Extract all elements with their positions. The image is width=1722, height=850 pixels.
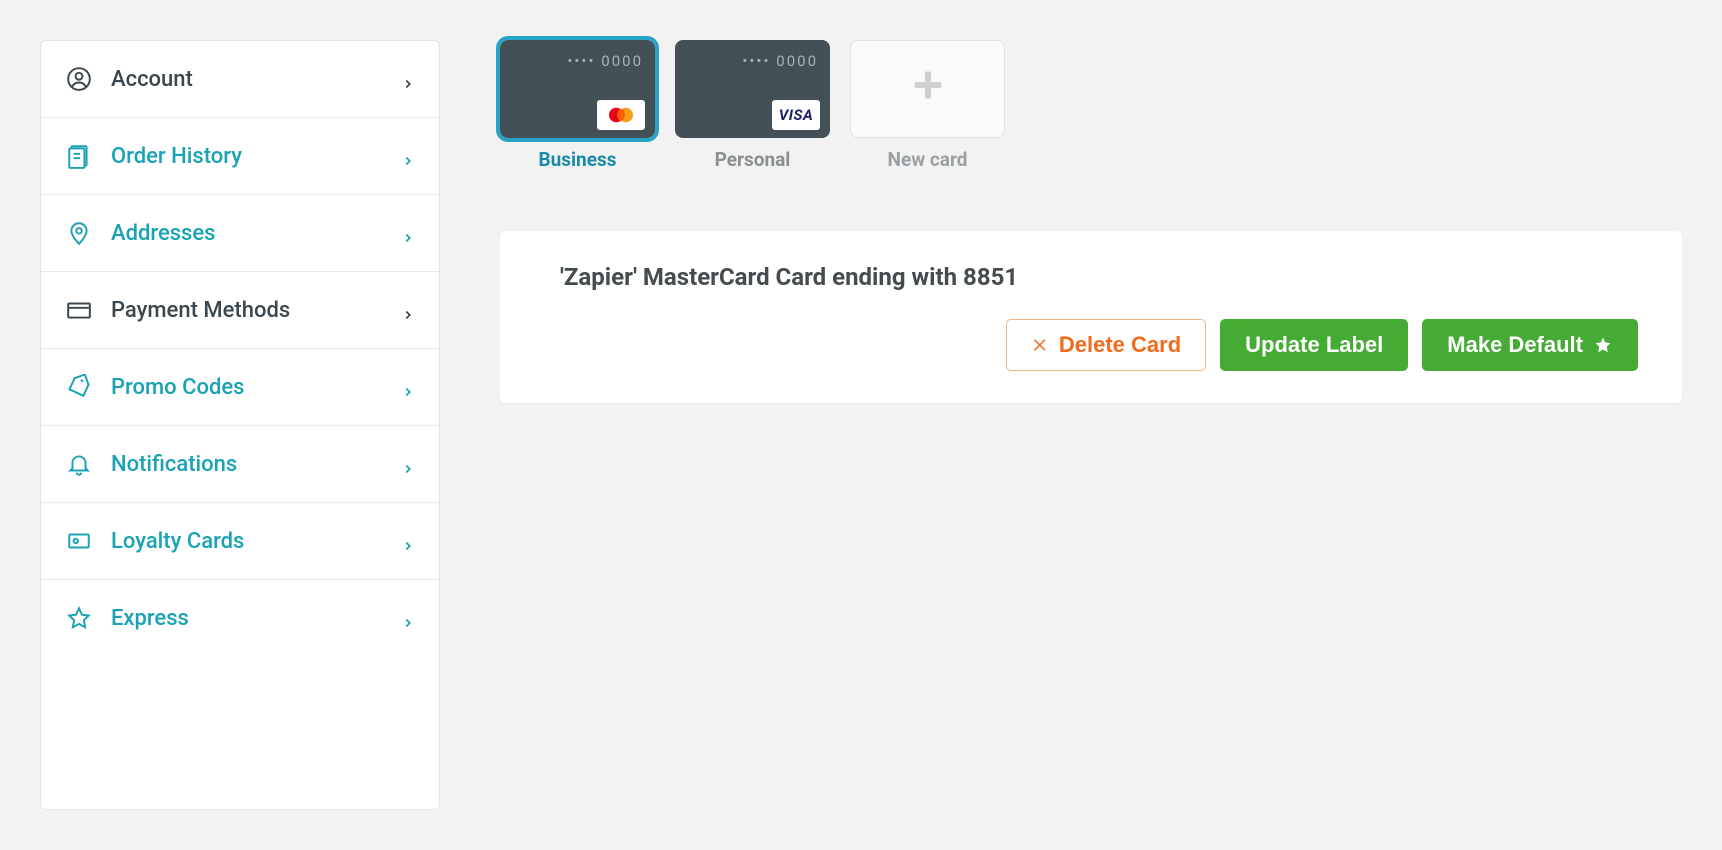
- chevron-right-icon: [401, 457, 415, 471]
- sidebar-nav: Account Order History Addresses: [40, 40, 440, 810]
- card-tiles-row: •••• 0000 Business •••• 0000 VISA Person…: [500, 40, 1682, 171]
- delete-card-label: Delete Card: [1059, 334, 1181, 356]
- chevron-right-icon: [401, 303, 415, 317]
- pin-icon: [65, 219, 93, 247]
- sidebar-item-account[interactable]: Account: [41, 41, 439, 118]
- update-label-button[interactable]: Update Label: [1220, 319, 1408, 371]
- sidebar-item-label: Notifications: [111, 452, 401, 477]
- star-icon: [1593, 335, 1613, 355]
- card-visual: •••• 0000 VISA: [675, 40, 830, 138]
- plus-icon: [910, 66, 946, 113]
- card-actions: Delete Card Update Label Make Default: [560, 319, 1638, 371]
- new-card-label: New card: [888, 148, 968, 171]
- sidebar-item-order-history[interactable]: Order History: [41, 118, 439, 195]
- main-content: •••• 0000 Business •••• 0000 VISA Person…: [500, 40, 1682, 810]
- new-card-visual: [850, 40, 1005, 138]
- user-icon: [65, 65, 93, 93]
- chevron-right-icon: [401, 534, 415, 548]
- card-tile-label: Personal: [715, 148, 791, 171]
- receipt-icon: [65, 142, 93, 170]
- loyalty-icon: [65, 527, 93, 555]
- star-icon: [65, 604, 93, 632]
- card-tile-business[interactable]: •••• 0000 Business: [500, 40, 655, 171]
- sidebar-item-label: Addresses: [111, 221, 401, 246]
- chevron-right-icon: [401, 149, 415, 163]
- sidebar-item-label: Payment Methods: [111, 298, 401, 323]
- card-tile-personal[interactable]: •••• 0000 VISA Personal: [675, 40, 830, 171]
- chevron-right-icon: [401, 611, 415, 625]
- card-tile-new[interactable]: New card: [850, 40, 1005, 171]
- update-label-text: Update Label: [1245, 334, 1383, 356]
- sidebar-item-label: Account: [111, 67, 401, 92]
- sidebar-item-label: Loyalty Cards: [111, 529, 401, 554]
- tag-icon: [65, 373, 93, 401]
- chevron-right-icon: [401, 380, 415, 394]
- sidebar-item-promo-codes[interactable]: Promo Codes: [41, 349, 439, 426]
- card-icon: [65, 296, 93, 324]
- bell-icon: [65, 450, 93, 478]
- visa-icon: VISA: [772, 100, 820, 130]
- close-icon: [1031, 336, 1049, 354]
- card-tile-label: Business: [539, 148, 617, 171]
- chevron-right-icon: [401, 72, 415, 86]
- chevron-right-icon: [401, 226, 415, 240]
- card-masked-number: •••• 0000: [742, 52, 818, 70]
- sidebar-item-label: Order History: [111, 144, 401, 169]
- make-default-text: Make Default: [1447, 334, 1583, 356]
- make-default-button[interactable]: Make Default: [1422, 319, 1638, 371]
- sidebar-item-label: Express: [111, 606, 401, 631]
- card-detail-title: 'Zapier' MasterCard Card ending with 885…: [560, 263, 1638, 291]
- sidebar-item-addresses[interactable]: Addresses: [41, 195, 439, 272]
- sidebar-item-label: Promo Codes: [111, 375, 401, 400]
- sidebar-item-loyalty-cards[interactable]: Loyalty Cards: [41, 503, 439, 580]
- card-masked-number: •••• 0000: [567, 52, 643, 70]
- card-visual: •••• 0000: [500, 40, 655, 138]
- sidebar-item-express[interactable]: Express: [41, 580, 439, 656]
- sidebar-item-payment-methods[interactable]: Payment Methods: [41, 272, 439, 349]
- delete-card-button[interactable]: Delete Card: [1006, 319, 1206, 371]
- sidebar-item-notifications[interactable]: Notifications: [41, 426, 439, 503]
- mastercard-icon: [597, 100, 645, 130]
- card-detail-panel: 'Zapier' MasterCard Card ending with 885…: [500, 231, 1682, 403]
